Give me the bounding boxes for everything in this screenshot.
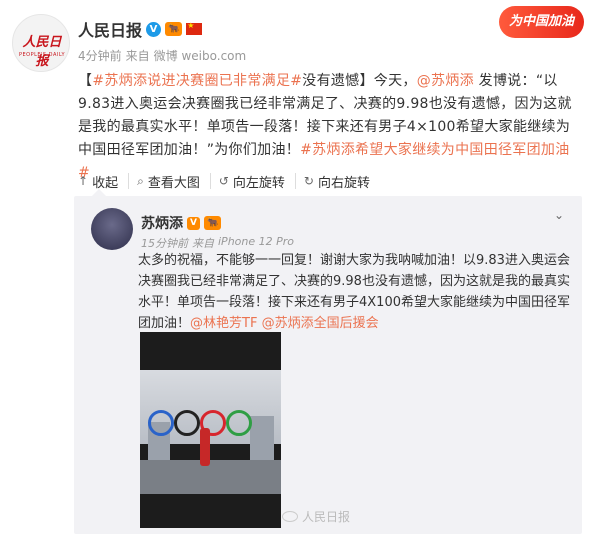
rotate-right-button[interactable]: ↻ 向右旋转 bbox=[303, 173, 380, 191]
retweet-text: 太多的祝福，不能够一一回复！谢谢大家为我呐喊加油！以9.83进入奥运会决赛圈我已… bbox=[138, 250, 574, 334]
magnify-icon: ⌕ bbox=[137, 173, 144, 188]
post-time[interactable]: 4分钟前 bbox=[78, 47, 122, 64]
olympic-ring-icon bbox=[226, 410, 252, 436]
promo-badge[interactable]: 为中国加油 bbox=[498, 6, 584, 38]
rotate-right-icon: ↻ bbox=[303, 174, 314, 188]
retweet-author-name[interactable]: 苏炳添 bbox=[141, 213, 183, 233]
photo-ground bbox=[140, 460, 281, 494]
retweet-avatar[interactable] bbox=[91, 208, 133, 250]
retweet-caret bbox=[92, 189, 106, 196]
photo-building bbox=[250, 416, 274, 462]
rotate-left-button[interactable]: ↺ 向左旋转 bbox=[218, 173, 296, 191]
mention-link[interactable]: @苏炳添 bbox=[417, 73, 474, 89]
photo-person bbox=[200, 428, 210, 466]
view-large-button[interactable]: ⌕ 查看大图 bbox=[137, 173, 211, 191]
retweet-photo[interactable] bbox=[140, 332, 281, 528]
text-segment: 没有遗憾】今天， bbox=[302, 73, 417, 89]
olympic-ring-icon bbox=[148, 410, 174, 436]
source-name[interactable]: 微博 weibo.com bbox=[154, 47, 247, 64]
author-row: 人民日报 V 🐂 bbox=[78, 17, 203, 41]
logo-subtext: PEOPLE'S DAILY bbox=[18, 52, 66, 58]
retweet-source-prefix: 来自 bbox=[192, 237, 214, 250]
rotate-right-label: 向右旋转 bbox=[317, 175, 370, 191]
vip-badge-icon[interactable]: 🐂 bbox=[204, 216, 222, 230]
weibo-eye-icon bbox=[282, 511, 298, 522]
watermark-label: 人民日报 bbox=[302, 510, 351, 524]
rotate-left-icon: ↺ bbox=[218, 174, 229, 188]
rotate-left-label: 向左旋转 bbox=[232, 175, 285, 191]
arrow-up-icon: ↑ bbox=[78, 174, 89, 188]
retweet-box: 苏炳添 V 🐂 ⌄ 15分钟前 来自 iPhone 12 Pro 太多的祝福，不… bbox=[74, 196, 582, 534]
mention-link[interactable]: @苏炳添全国后援会 bbox=[262, 316, 379, 331]
collapse-label: 收起 bbox=[92, 175, 119, 191]
source-prefix: 来自 bbox=[125, 49, 150, 63]
collapse-button[interactable]: ↑ 收起 bbox=[78, 173, 130, 191]
author-name[interactable]: 人民日报 bbox=[78, 17, 142, 41]
avatar[interactable]: 人民日报 PEOPLE'S DAILY bbox=[12, 14, 70, 72]
chevron-down-icon[interactable]: ⌄ bbox=[554, 208, 564, 222]
post-meta: 4分钟前 来自 微博 weibo.com bbox=[78, 47, 246, 64]
vip-badge-icon[interactable]: 🐂 bbox=[165, 22, 183, 36]
china-flag-icon bbox=[186, 21, 203, 35]
text-bracket: 【 bbox=[78, 73, 93, 89]
mention-link[interactable]: @林艳芳TF bbox=[190, 316, 257, 331]
weibo-post-card: 人民日报 PEOPLE'S DAILY 人民日报 V 🐂 4分钟前 来自 微博 … bbox=[0, 0, 590, 538]
verified-icon: V bbox=[146, 21, 162, 37]
post-text: 【#苏炳添说进决赛圈已非常满足#没有遗憾】今天，@苏炳添 发博说：“以9.83进… bbox=[78, 70, 578, 185]
retweet-time[interactable]: 15分钟前 bbox=[141, 235, 188, 251]
retweet-device: iPhone 12 Pro bbox=[218, 235, 295, 248]
logo-text: 人民日报 bbox=[22, 35, 62, 69]
watermark: 人民日报 bbox=[282, 508, 350, 525]
image-toolbar: ↑ 收起 ⌕ 查看大图 ↺ 向左旋转 ↻ 向右旋转 bbox=[78, 173, 388, 191]
olympic-ring-icon bbox=[174, 410, 200, 436]
retweet-meta: 15分钟前 来自 iPhone 12 Pro bbox=[141, 235, 294, 251]
verified-yellow-icon: V bbox=[187, 216, 200, 230]
hashtag-link[interactable]: #苏炳添说进决赛圈已非常满足# bbox=[92, 73, 302, 89]
retweet-author-row: 苏炳添 V 🐂 bbox=[141, 213, 222, 233]
view-large-label: 查看大图 bbox=[147, 175, 200, 191]
